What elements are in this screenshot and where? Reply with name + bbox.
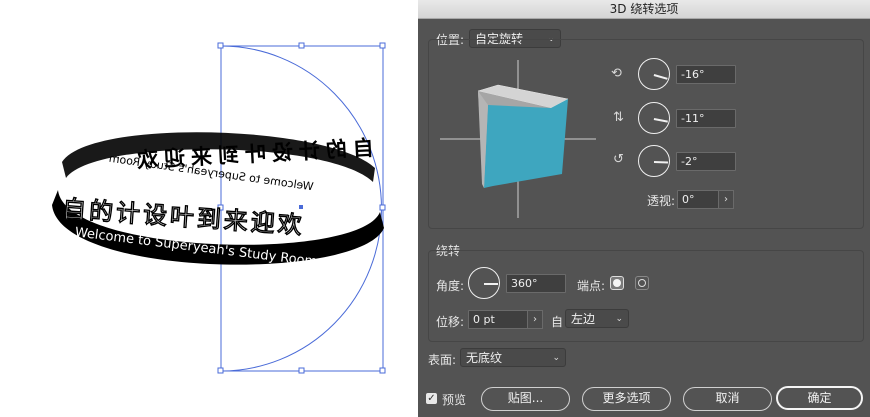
- cap-on-icon[interactable]: [610, 276, 624, 290]
- angle-dial[interactable]: [468, 267, 500, 299]
- dialog-title: 3D 绕转选项: [418, 0, 870, 19]
- z-rotation-dial[interactable]: [638, 145, 670, 177]
- cube-preview-svg: [440, 60, 596, 218]
- ok-button[interactable]: 确定: [776, 386, 863, 410]
- perspective-slider-button[interactable]: ›: [718, 190, 734, 209]
- offset-slider-button[interactable]: ›: [527, 310, 543, 329]
- preview-checkbox[interactable]: ✓: [426, 393, 437, 404]
- offset-from-label: 自: [551, 315, 564, 329]
- cap-off-icon[interactable]: [635, 276, 649, 290]
- more-options-button[interactable]: 更多选项: [582, 387, 671, 411]
- cube-front-face: [484, 99, 568, 188]
- surface-select[interactable]: 无底纹 ⌄: [460, 348, 566, 367]
- perspective-label: 透视:: [647, 194, 676, 208]
- offset-label: 位移:: [436, 315, 465, 329]
- artboard-canvas[interactable]: 自的计设叶到来迎欢 Welcome to Superyeah's Study R…: [0, 0, 418, 417]
- x-axis-rotate-icon: ⟲: [611, 66, 622, 81]
- preview-label: 预览: [442, 393, 467, 407]
- dial-hand: [653, 74, 668, 80]
- perspective-input[interactable]: 0°: [677, 190, 719, 209]
- offset-from-value: 左边: [571, 312, 596, 326]
- chevron-down-icon: ⌄: [615, 314, 623, 324]
- z-axis-rotate-icon: ↺: [613, 152, 624, 167]
- chevron-down-icon: ⌄: [552, 353, 560, 363]
- angle-input[interactable]: 360°: [506, 274, 566, 293]
- offset-input[interactable]: 0 pt: [468, 310, 528, 329]
- y-axis-rotate-icon: ⇅: [613, 110, 624, 125]
- revolve-options-dialog: 3D 绕转选项 位置: 自定旋转 ⌄ ⟲ -16° ⇅ -11° ↺ -2° 透…: [418, 0, 870, 417]
- x-rotation-input[interactable]: -16°: [676, 65, 736, 84]
- offset-from-select[interactable]: 左边 ⌄: [565, 309, 629, 328]
- y-rotation-dial[interactable]: [638, 102, 670, 134]
- surface-value: 无底纹: [466, 351, 503, 365]
- dial-hand: [653, 118, 668, 123]
- surface-label: 表面:: [428, 353, 457, 367]
- cap-label: 端点:: [577, 279, 606, 293]
- track-cube-widget[interactable]: [438, 58, 598, 220]
- angle-label: 角度:: [436, 279, 465, 293]
- y-rotation-input[interactable]: -11°: [676, 109, 736, 128]
- dial-hand: [484, 283, 498, 285]
- x-rotation-dial[interactable]: [638, 58, 670, 90]
- map-art-button[interactable]: 贴图...: [481, 387, 570, 411]
- dial-hand: [653, 161, 669, 163]
- z-rotation-input[interactable]: -2°: [676, 152, 736, 171]
- cancel-button[interactable]: 取消: [683, 387, 772, 411]
